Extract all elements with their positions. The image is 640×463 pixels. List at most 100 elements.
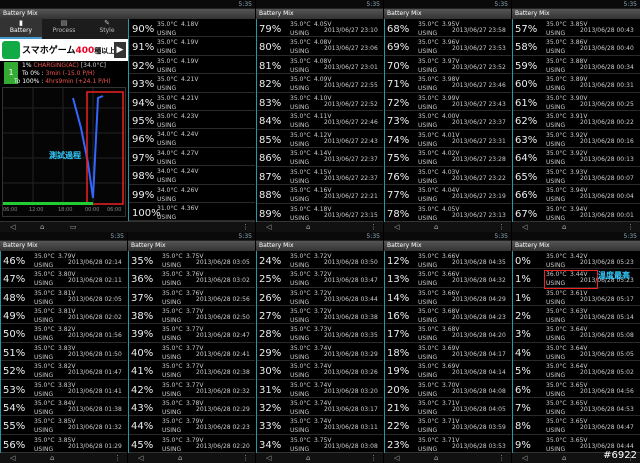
table-row[interactable]: 81% 35.0°C 4.08V USING 2013/06/27 23:01: [256, 56, 383, 75]
table-row[interactable]: 79% 35.0°C 4.05V USING 2013/06/27 23:10: [256, 19, 383, 38]
ad-arrow-icon[interactable]: ▶: [114, 42, 126, 58]
back-icon[interactable]: ◁: [138, 454, 143, 462]
table-row[interactable]: 54% 35.0°C 3.84V USING 2013/06/28 01:38: [0, 398, 127, 417]
table-row[interactable]: 63% 35.0°C 3.92V USING 2013/06/28 00:16: [512, 130, 640, 149]
table-row[interactable]: 36% 35.0°C 3.76V USING 2013/06/28 03:02: [128, 269, 255, 288]
table-row[interactable]: 50% 35.0°C 3.82V USING 2013/06/28 01:56: [0, 324, 127, 343]
table-row[interactable]: 100% 31.0°C 4.36V USING: [129, 203, 255, 222]
table-row[interactable]: 20% 35.0°C 3.70V USING 2013/06/28 04:08: [384, 380, 511, 398]
table-row[interactable]: 4% 35.0°C 3.64V USING 2013/06/28 05:05: [512, 343, 640, 362]
ad-banner[interactable]: スマホゲーム400種以上 ▶: [0, 39, 128, 61]
table-row[interactable]: 57% 35.0°C 3.85V USING 2013/06/28 00:43: [512, 19, 640, 38]
table-row[interactable]: 66% 35.0°C 3.94V USING 2013/06/28 00:04: [512, 185, 640, 204]
table-row[interactable]: 2% 35.0°C 3.63V USING 2013/06/28 05:14: [512, 306, 640, 325]
menu-icon[interactable]: ⋮: [370, 454, 377, 462]
table-row[interactable]: 70% 35.0°C 3.97V USING 2013/06/27 23:52: [384, 56, 511, 75]
table-row[interactable]: 18% 35.0°C 3.69V USING 2013/06/28 04:17: [384, 343, 511, 362]
table-row[interactable]: 1% 36.0°C 3.44V USING 2013/06/28 05:23 溫…: [512, 269, 640, 290]
home-icon[interactable]: ⌂: [434, 454, 438, 462]
battery-history-list[interactable]: 79% 35.0°C 4.05V USING 2013/06/27 23:10 …: [256, 19, 383, 222]
table-row[interactable]: 62% 35.0°C 3.91V USING 2013/06/28 00:22: [512, 111, 640, 130]
table-row[interactable]: 24% 35.0°C 3.72V USING 2013/06/28 03:50: [256, 251, 383, 270]
menu-icon[interactable]: ⋮: [114, 454, 121, 462]
home-icon[interactable]: ⌂: [178, 454, 182, 462]
table-row[interactable]: 73% 35.0°C 4.00V USING 2013/06/27 23:37: [384, 111, 511, 130]
table-row[interactable]: 48% 35.0°C 3.81V USING 2013/06/28 02:05: [0, 288, 127, 307]
recent-apps-icon[interactable]: ▭: [70, 223, 77, 231]
table-row[interactable]: 7% 35.0°C 3.65V USING 2013/06/28 04:53: [512, 398, 640, 417]
table-row[interactable]: 86% 35.0°C 4.14V USING 2013/06/27 22:37: [256, 148, 383, 167]
table-row[interactable]: 16% 35.0°C 3.68V USING 2013/06/28 04:23: [384, 306, 511, 325]
table-row[interactable]: 61% 35.0°C 3.90V USING 2013/06/28 00:25: [512, 93, 640, 112]
table-row[interactable]: 76% 35.0°C 4.03V USING 2013/06/27 23:22: [384, 167, 511, 186]
home-icon[interactable]: ⌂: [562, 223, 566, 231]
table-row[interactable]: 94% 35.0°C 4.21V USING: [129, 93, 255, 111]
table-row[interactable]: 74% 35.0°C 4.01V USING 2013/06/27 23:31: [384, 130, 511, 149]
table-row[interactable]: 68% 35.0°C 3.95V USING 2013/06/27 23:58: [384, 19, 511, 38]
table-row[interactable]: 56% 35.0°C 3.85V USING 2013/06/28 01:29: [0, 435, 127, 453]
table-row[interactable]: 93% 35.0°C 4.21V USING: [129, 74, 255, 93]
battery-history-list[interactable]: 35% 35.0°C 3.75V USING 2013/06/28 03:05 …: [128, 251, 255, 453]
table-row[interactable]: 0% 35.0°C 3.42V USING 2013/06/28 05:23: [512, 251, 640, 270]
table-row[interactable]: 89% 35.0°C 4.18V USING 2013/06/27 23:15: [256, 204, 383, 222]
table-row[interactable]: 83% 35.0°C 4.10V USING 2013/06/27 22:52: [256, 93, 383, 112]
table-row[interactable]: 25% 35.0°C 3.72V USING 2013/06/28 03:47: [256, 269, 383, 288]
battery-history-list[interactable]: 68% 35.0°C 3.95V USING 2013/06/27 23:58 …: [384, 19, 511, 222]
home-icon[interactable]: ⌂: [50, 454, 54, 462]
home-icon[interactable]: ⌂: [306, 454, 310, 462]
table-row[interactable]: 28% 35.0°C 3.73V USING 2013/06/28 03:35: [256, 324, 383, 343]
battery-history-list[interactable]: 0% 35.0°C 3.42V USING 2013/06/28 05:23 1…: [512, 251, 640, 453]
tab-battery[interactable]: ▮ Battery: [0, 19, 42, 39]
table-row[interactable]: 99% 34.0°C 4.26V USING: [129, 185, 255, 203]
table-row[interactable]: 82% 35.0°C 4.09V USING 2013/06/27 22:55: [256, 74, 383, 93]
table-row[interactable]: 90% 35.0°C 4.18V USING: [129, 19, 255, 38]
table-row[interactable]: 3% 35.0°C 3.64V USING 2013/06/28 05:08: [512, 324, 640, 343]
tab-process[interactable]: ▤ Process: [43, 19, 85, 39]
menu-icon[interactable]: ⋮: [498, 223, 505, 231]
battery-history-list[interactable]: 24% 35.0°C 3.72V USING 2013/06/28 03:50 …: [256, 251, 383, 453]
table-row[interactable]: 75% 35.0°C 4.02V USING 2013/06/27 23:28: [384, 148, 511, 167]
home-icon[interactable]: ⌂: [306, 223, 310, 231]
table-row[interactable]: 33% 35.0°C 3.74V USING 2013/06/28 03:11: [256, 416, 383, 435]
table-row[interactable]: 44% 35.0°C 3.79V USING 2013/06/28 02:23: [128, 416, 255, 435]
table-row[interactable]: 39% 35.0°C 3.77V USING 2013/06/28 02:47: [128, 324, 255, 343]
table-row[interactable]: 37% 35.0°C 3.76V USING 2013/06/28 02:56: [128, 288, 255, 307]
table-row[interactable]: 17% 35.0°C 3.68V USING 2013/06/28 04:20: [384, 324, 511, 343]
table-row[interactable]: 97% 34.0°C 4.27V USING: [129, 148, 255, 167]
back-icon[interactable]: ◁: [394, 223, 399, 231]
table-row[interactable]: 32% 35.0°C 3.74V USING 2013/06/28 03:17: [256, 398, 383, 417]
table-row[interactable]: 29% 35.0°C 3.74V USING 2013/06/28 03:29: [256, 343, 383, 362]
table-row[interactable]: 40% 35.0°C 3.77V USING 2013/06/28 02:41: [128, 343, 255, 362]
table-row[interactable]: 34% 35.0°C 3.75V USING 2013/06/28 03:08: [256, 435, 383, 453]
table-row[interactable]: 58% 35.0°C 3.86V USING 2013/06/28 00:40: [512, 37, 640, 56]
table-row[interactable]: 78% 35.0°C 4.05V USING 2013/06/27 23:13: [384, 204, 511, 222]
home-icon[interactable]: ⌂: [562, 454, 566, 462]
table-row[interactable]: 95% 35.0°C 4.23V USING: [129, 111, 255, 130]
table-row[interactable]: 22% 35.0°C 3.71V USING 2013/06/28 03:59: [384, 416, 511, 435]
back-icon[interactable]: ◁: [266, 223, 271, 231]
table-row[interactable]: 88% 35.0°C 4.16V USING 2013/06/27 22:21: [256, 185, 383, 204]
back-icon[interactable]: ◁: [394, 454, 399, 462]
table-row[interactable]: 42% 35.0°C 3.77V USING 2013/06/28 02:32: [128, 380, 255, 398]
table-row[interactable]: 67% 35.0°C 3.94V USING 2013/06/28 00:01: [512, 204, 640, 222]
table-row[interactable]: 72% 35.0°C 3.99V USING 2013/06/27 23:43: [384, 93, 511, 112]
table-row[interactable]: 31% 35.0°C 3.74V USING 2013/06/28 03:20: [256, 380, 383, 398]
table-row[interactable]: 92% 35.0°C 4.19V USING: [129, 56, 255, 75]
table-row[interactable]: 43% 35.0°C 3.78V USING 2013/06/28 02:29: [128, 398, 255, 417]
menu-icon[interactable]: ⋮: [370, 223, 377, 231]
table-row[interactable]: 53% 35.0°C 3.83V USING 2013/06/28 01:41: [0, 380, 127, 398]
table-row[interactable]: 85% 35.0°C 4.12V USING 2013/06/27 22:43: [256, 130, 383, 149]
battery-history-list[interactable]: 57% 35.0°C 3.85V USING 2013/06/28 00:43 …: [512, 19, 640, 222]
menu-icon[interactable]: ⋮: [627, 223, 634, 231]
battery-history-list[interactable]: 46% 35.0°C 3.79V USING 2013/06/28 02:14 …: [0, 251, 127, 453]
table-row[interactable]: 14% 35.0°C 3.66V USING 2013/06/28 04:29: [384, 288, 511, 307]
table-row[interactable]: 65% 35.0°C 3.93V USING 2013/06/28 00:07: [512, 167, 640, 186]
table-row[interactable]: 46% 35.0°C 3.79V USING 2013/06/28 02:14: [0, 251, 127, 270]
table-row[interactable]: 69% 35.0°C 3.96V USING 2013/06/27 23:53: [384, 37, 511, 56]
table-row[interactable]: 21% 35.0°C 3.71V USING 2013/06/28 04:05: [384, 398, 511, 417]
battery-history-list[interactable]: 12% 35.0°C 3.66V USING 2013/06/28 04:35 …: [384, 251, 511, 453]
battery-history-list-1[interactable]: 90% 35.0°C 4.18V USING 91% 35.0°C 4.19V …: [129, 19, 255, 222]
table-row[interactable]: 19% 35.0°C 3.69V USING 2013/06/28 04:14: [384, 361, 511, 380]
table-row[interactable]: 12% 35.0°C 3.66V USING 2013/06/28 04:35: [384, 251, 511, 270]
home-icon[interactable]: ⌂: [434, 223, 438, 231]
